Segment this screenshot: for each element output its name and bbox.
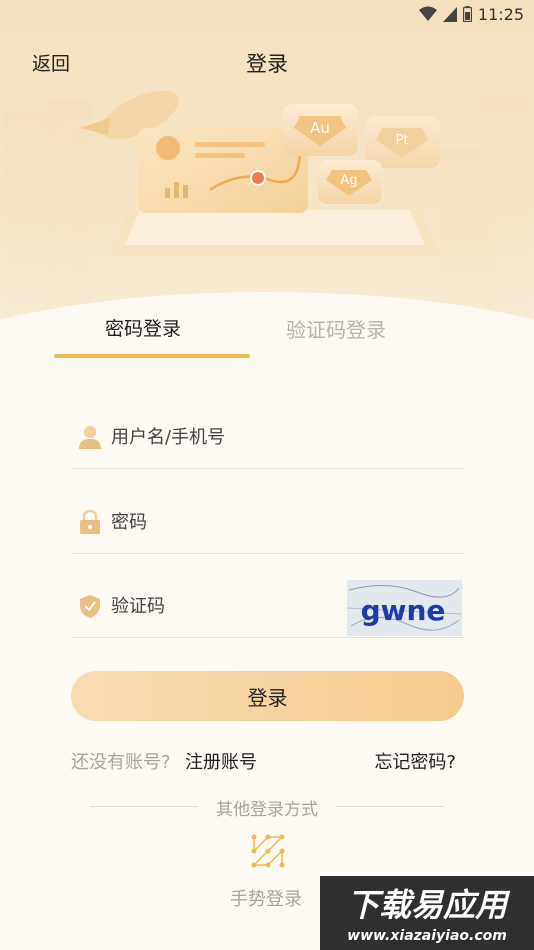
gesture-icon[interactable] [250, 833, 286, 869]
divider-right [336, 806, 444, 807]
watermark-title: 下载易应用 [347, 886, 511, 924]
username-input[interactable] [111, 419, 371, 455]
login-tabs: 密码登录 验证码登录 [0, 314, 534, 360]
watermark: 下载易应用 www.xiazaiyiao.com [320, 876, 534, 950]
battery-icon [462, 6, 472, 22]
captcha-graphic: gwne [346, 580, 463, 636]
register-link[interactable]: 注册账号 [185, 748, 257, 774]
captcha-text: gwne [361, 594, 446, 627]
tab-code-login[interactable]: 验证码登录 [286, 314, 386, 343]
gesture-login-label[interactable]: 手势登录 [230, 885, 302, 911]
badge-pt-text: Pt [396, 133, 409, 148]
status-bar: 11:25 [0, 0, 534, 28]
signal-icon [442, 7, 457, 22]
tab-password-login[interactable]: 密码登录 [105, 314, 181, 341]
shield-icon [80, 595, 100, 618]
no-account-text: 还没有账号? [71, 752, 171, 773]
login-button[interactable]: 登录 [71, 671, 464, 721]
password-input[interactable] [111, 504, 371, 540]
forgot-password-link[interactable]: 忘记密码? [374, 748, 456, 774]
code-input[interactable] [111, 588, 331, 624]
captcha-image[interactable]: gwne [346, 580, 463, 636]
badge-ag-text: Ag [340, 173, 357, 188]
wifi-icon [418, 6, 437, 21]
watermark-graphic: 下载易应用 www.xiazaiyiao.com [347, 886, 511, 944]
other-login-label: 其他登录方式 [216, 800, 318, 820]
watermark-url: www.xiazaiyiao.com [347, 928, 507, 944]
password-field [71, 494, 464, 554]
username-field [71, 409, 464, 469]
back-button[interactable]: 返回 [32, 49, 70, 76]
tab-indicator [54, 354, 250, 358]
badge-au-text: Au [310, 119, 330, 137]
user-icon [79, 426, 101, 449]
code-field: gwne [71, 578, 464, 638]
status-time: 11:25 [477, 4, 524, 24]
lock-icon [80, 510, 100, 534]
page-title: 登录 [246, 52, 288, 76]
